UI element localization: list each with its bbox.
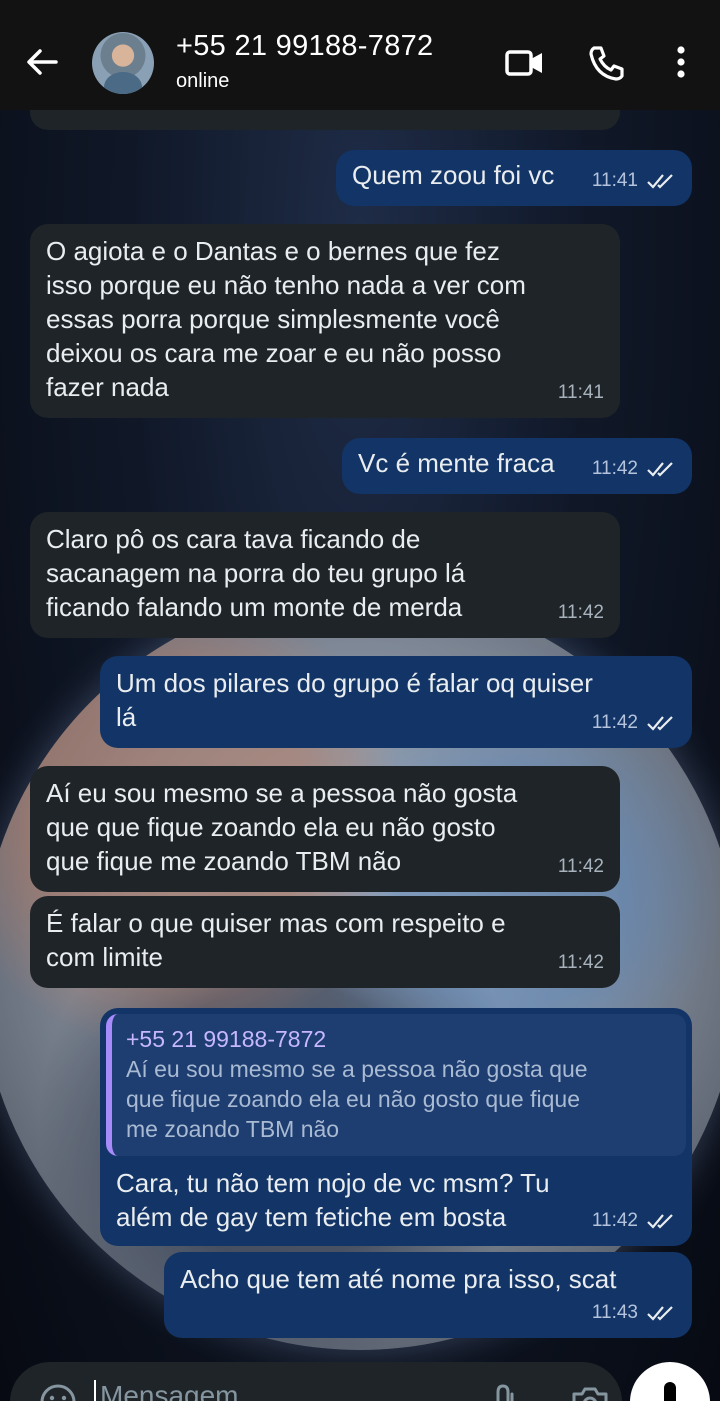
message-line: deixou os cara me zoar e eu não posso (46, 338, 502, 368)
message-line: O agiota e o Dantas e o bernes que fez (46, 236, 500, 266)
read-receipt-icon (647, 716, 673, 731)
contact-status: online (176, 70, 230, 92)
quoted-author: +55 21 99188-7872 (126, 1026, 327, 1052)
message-line: sacanagem na porra do teu grupo lá (46, 558, 466, 588)
message-text: Acho que tem até nome pra isso, scat (180, 1264, 617, 1294)
message-outgoing[interactable]: Um dos pilares do grupo é falar oq quise… (100, 656, 692, 748)
message-time: 11:42 (591, 712, 638, 733)
attach-icon[interactable] (488, 1382, 524, 1401)
message-line: que fique me zoando TBM não (46, 846, 402, 876)
message-line: além de gay tem fetiche em bosta (116, 1202, 507, 1232)
message-line: fazer nada (46, 372, 169, 402)
message-time: 11:41 (557, 382, 604, 403)
message-incoming[interactable]: Claro pô os cara tava ficando de sacanag… (30, 512, 620, 638)
message-line: Aí eu sou mesmo se a pessoa não gosta (46, 778, 518, 808)
chat-header: +55 21 99188-7872 online (0, 0, 720, 110)
message-incoming[interactable]: É falar o que quiser mas com respeito e … (30, 896, 620, 988)
mic-icon (664, 1382, 676, 1401)
message-time: 11:42 (557, 856, 604, 877)
message-time: 11:42 (557, 952, 604, 973)
contact-avatar[interactable] (92, 32, 154, 94)
message-line: isso porque eu não tenho nada a ver com (46, 270, 526, 300)
read-receipt-icon (647, 462, 673, 477)
quoted-message[interactable]: +55 21 99188-7872 Aí eu sou mesmo se a p… (106, 1014, 686, 1156)
message-input[interactable]: Mensagem (100, 1380, 239, 1401)
message-time: 11:41 (591, 170, 638, 191)
message-line: Um dos pilares do grupo é falar oq quise… (116, 668, 593, 698)
message-outgoing[interactable]: Acho que tem até nome pra isso, scat 11:… (164, 1252, 692, 1338)
message-line: Cara, tu não tem nojo de vc msm? Tu (116, 1168, 550, 1198)
message-composer[interactable]: Mensagem (10, 1362, 622, 1401)
message-time: 11:42 (591, 458, 638, 479)
phone-icon[interactable] (584, 40, 630, 86)
message-time: 11:43 (591, 1302, 638, 1323)
read-receipt-icon (647, 1214, 673, 1229)
quoted-line: Aí eu sou mesmo se a pessoa não gosta qu… (126, 1056, 588, 1082)
video-call-icon[interactable] (502, 40, 548, 86)
emoji-icon[interactable] (38, 1382, 78, 1401)
message-outgoing[interactable]: Vc é mente fraca 11:42 (342, 438, 692, 494)
text-cursor (94, 1380, 96, 1401)
back-arrow-icon[interactable] (22, 42, 62, 82)
message-outgoing[interactable]: Quem zoou foi vc 11:41 (336, 150, 692, 206)
message-outgoing-reply[interactable]: +55 21 99188-7872 Aí eu sou mesmo se a p… (100, 1008, 692, 1246)
message-incoming[interactable]: Aí eu sou mesmo se a pessoa não gosta qu… (30, 766, 620, 892)
message-line: Claro pô os cara tava ficando de (46, 524, 421, 554)
quoted-line: me zoando TBM não (126, 1116, 340, 1142)
message-line: É falar o que quiser mas com respeito e (46, 908, 506, 938)
message-time: 11:42 (591, 1210, 638, 1231)
more-options-icon[interactable] (660, 40, 706, 86)
message-line: ficando falando um monte de merda (46, 592, 463, 622)
message-line: que que fique zoando ela eu não gosto (46, 812, 496, 842)
read-receipt-icon (647, 1306, 673, 1321)
quoted-line: que fique zoando ela eu não gosto que fi… (126, 1086, 580, 1112)
message-line: essas porra porque simplesmente você (46, 304, 500, 334)
contact-name[interactable]: +55 21 99188-7872 (176, 30, 433, 63)
message-incoming[interactable]: O agiota e o Dantas e o bernes que fez i… (30, 224, 620, 418)
read-receipt-icon (647, 174, 673, 189)
message-line: com limite (46, 942, 164, 972)
camera-icon[interactable] (568, 1382, 612, 1401)
message-time: 11:42 (557, 602, 604, 623)
